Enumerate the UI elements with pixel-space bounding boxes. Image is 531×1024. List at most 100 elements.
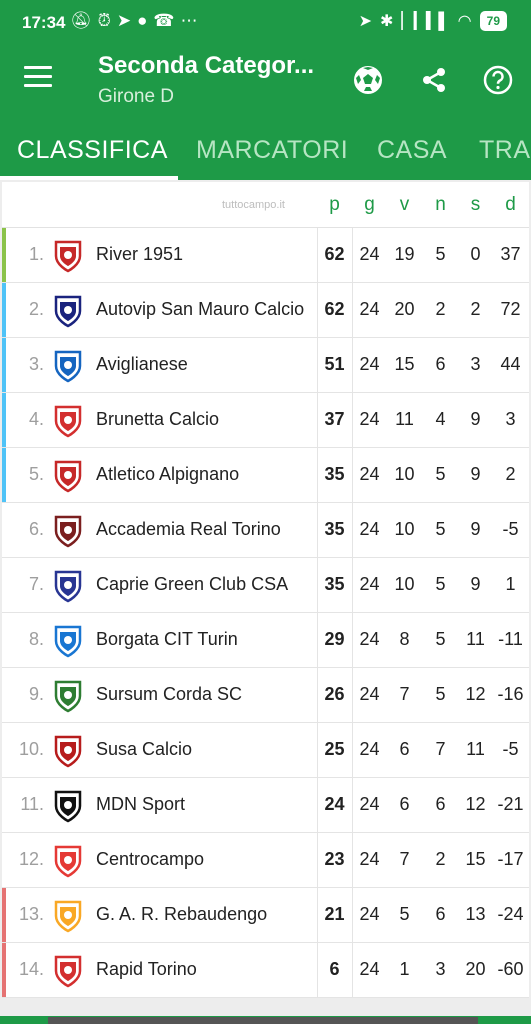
team-name[interactable]: Sursum Corda SC bbox=[96, 684, 242, 705]
help-icon[interactable] bbox=[482, 64, 514, 96]
stat-played: 24 bbox=[359, 409, 380, 429]
stat-points: 25 bbox=[324, 739, 345, 759]
tab-classifica[interactable]: CLASSIFICA bbox=[17, 136, 168, 165]
stat-points: 6 bbox=[329, 959, 340, 979]
stat-played: 24 bbox=[359, 574, 380, 594]
team-name[interactable]: Caprie Green Club CSA bbox=[96, 574, 288, 595]
stat-points: 62 bbox=[324, 244, 345, 264]
team-name[interactable]: Atletico Alpignano bbox=[96, 464, 239, 485]
status-time: 17:34 bbox=[22, 13, 66, 32]
team-name[interactable]: Autovip San Mauro Calcio bbox=[96, 299, 304, 320]
stat-drawn: 5 bbox=[435, 244, 446, 264]
tab-indicator bbox=[0, 176, 178, 180]
ad-banner[interactable] bbox=[48, 1017, 478, 1024]
table-row[interactable]: 6. Accademia Real Torino 35 24 10 5 9 -5 bbox=[2, 503, 529, 558]
position-number: 6. bbox=[28, 519, 44, 539]
table-row[interactable]: 1. River 1951 62 24 19 5 0 37 bbox=[2, 228, 529, 283]
team-crest-icon bbox=[54, 295, 82, 328]
team-crest-icon bbox=[54, 845, 82, 878]
stat-drawn: 5 bbox=[435, 519, 446, 539]
tab-marcatori[interactable]: MARCATORI bbox=[196, 136, 348, 165]
watermark-text: tuttocampo.it bbox=[222, 199, 285, 211]
table-header: tuttocampo.it p g v n s d bbox=[2, 182, 529, 228]
standings-table: tuttocampo.it p g v n s d 1. River 1951 62… bbox=[2, 182, 529, 998]
stat-lost: 9 bbox=[470, 574, 481, 594]
team-name[interactable]: G. A. R. Rebaudengo bbox=[96, 904, 267, 925]
stat-won: 11 bbox=[395, 409, 414, 429]
column-divider bbox=[352, 393, 353, 447]
team-name[interactable]: Brunetta Calcio bbox=[96, 409, 219, 430]
column-divider bbox=[317, 558, 318, 612]
stat-won: 10 bbox=[394, 464, 415, 484]
stat-lost: 20 bbox=[465, 959, 486, 979]
team-name[interactable]: Susa Calcio bbox=[96, 739, 192, 760]
menu-icon[interactable] bbox=[24, 66, 52, 90]
column-divider bbox=[317, 338, 318, 392]
team-crest-icon bbox=[54, 735, 82, 768]
team-name[interactable]: Borgata CIT Turin bbox=[96, 629, 238, 650]
column-divider bbox=[317, 613, 318, 667]
column-header-lost: s bbox=[470, 194, 481, 215]
team-crest-icon bbox=[54, 350, 82, 383]
team-name[interactable]: Accademia Real Torino bbox=[96, 519, 281, 540]
table-row[interactable]: 14. Rapid Torino 6 24 1 3 20 -60 bbox=[2, 943, 529, 998]
team-name[interactable]: MDN Sport bbox=[96, 794, 185, 815]
soccer-ball-icon[interactable] bbox=[352, 64, 384, 96]
column-divider bbox=[352, 833, 353, 887]
table-row[interactable]: 11. MDN Sport 24 24 6 6 12 -21 bbox=[2, 778, 529, 833]
stat-diff: 3 bbox=[505, 409, 516, 429]
column-divider bbox=[352, 228, 353, 282]
team-crest-icon bbox=[54, 955, 82, 988]
table-row[interactable]: 4. Brunetta Calcio 37 24 11 4 9 3 bbox=[2, 393, 529, 448]
tab-casa[interactable]: CASA bbox=[377, 136, 447, 165]
position-number: 1. bbox=[28, 244, 44, 264]
table-row[interactable]: 5. Atletico Alpignano 35 24 10 5 9 2 bbox=[2, 448, 529, 503]
column-divider bbox=[352, 558, 353, 612]
team-crest-icon bbox=[54, 625, 82, 658]
stat-points: 29 bbox=[324, 629, 345, 649]
table-row[interactable]: 13. G. A. R. Rebaudengo 21 24 5 6 13 -24 bbox=[2, 888, 529, 943]
table-row[interactable]: 3. Aviglianese 51 24 15 6 3 44 bbox=[2, 338, 529, 393]
stat-won: 10 bbox=[394, 519, 415, 539]
battery-icon: 79 bbox=[479, 11, 507, 31]
stat-won: 6 bbox=[399, 794, 410, 814]
stat-lost: 15 bbox=[465, 849, 486, 869]
column-divider bbox=[317, 503, 318, 557]
share-icon[interactable] bbox=[418, 64, 450, 96]
tab-trasferta[interactable]: TRA bbox=[479, 136, 531, 165]
table-row[interactable]: 7. Caprie Green Club CSA 35 24 10 5 9 1 bbox=[2, 558, 529, 613]
column-header-won: v bbox=[399, 194, 410, 215]
system-icons: ➤ ✱ ▏▎▍▌ ◠ 79 bbox=[359, 11, 507, 31]
stat-points: 51 bbox=[324, 354, 345, 374]
page-title: Seconda Categor... bbox=[98, 52, 315, 79]
column-header-played: g bbox=[364, 194, 375, 215]
column-divider bbox=[352, 888, 353, 942]
team-name[interactable]: Centrocampo bbox=[96, 849, 204, 870]
stat-lost: 13 bbox=[465, 904, 486, 924]
team-name[interactable]: Aviglianese bbox=[96, 354, 188, 375]
call-icon: ☎︎ bbox=[153, 11, 175, 30]
position-number: 11. bbox=[20, 794, 44, 814]
stat-diff: 2 bbox=[505, 464, 516, 484]
stat-diff: 44 bbox=[500, 354, 521, 374]
table-row[interactable]: 9. Sursum Corda SC 26 24 7 5 12 -16 bbox=[2, 668, 529, 723]
table-row[interactable]: 12. Centrocampo 23 24 7 2 15 -17 bbox=[2, 833, 529, 888]
stat-lost: 9 bbox=[470, 409, 481, 429]
column-divider bbox=[317, 283, 318, 337]
team-name[interactable]: Rapid Torino bbox=[96, 959, 197, 980]
team-name[interactable]: River 1951 bbox=[96, 244, 183, 265]
column-divider bbox=[352, 613, 353, 667]
position-number: 2. bbox=[28, 299, 44, 319]
stat-lost: 2 bbox=[470, 299, 481, 319]
team-crest-icon bbox=[54, 405, 82, 438]
stat-drawn: 6 bbox=[435, 354, 446, 374]
stat-won: 7 bbox=[399, 684, 410, 704]
stat-drawn: 7 bbox=[435, 739, 446, 759]
table-row[interactable]: 2. Autovip San Mauro Calcio 62 24 20 2 2 72 bbox=[2, 283, 529, 338]
table-row[interactable]: 8. Borgata CIT Turin 29 24 8 5 11 -11 bbox=[2, 613, 529, 668]
table-row[interactable]: 10. Susa Calcio 25 24 6 7 11 -5 bbox=[2, 723, 529, 778]
stat-drawn: 6 bbox=[435, 794, 446, 814]
stat-played: 24 bbox=[359, 904, 380, 924]
position-number: 12. bbox=[18, 849, 44, 869]
team-crest-icon bbox=[54, 790, 82, 823]
